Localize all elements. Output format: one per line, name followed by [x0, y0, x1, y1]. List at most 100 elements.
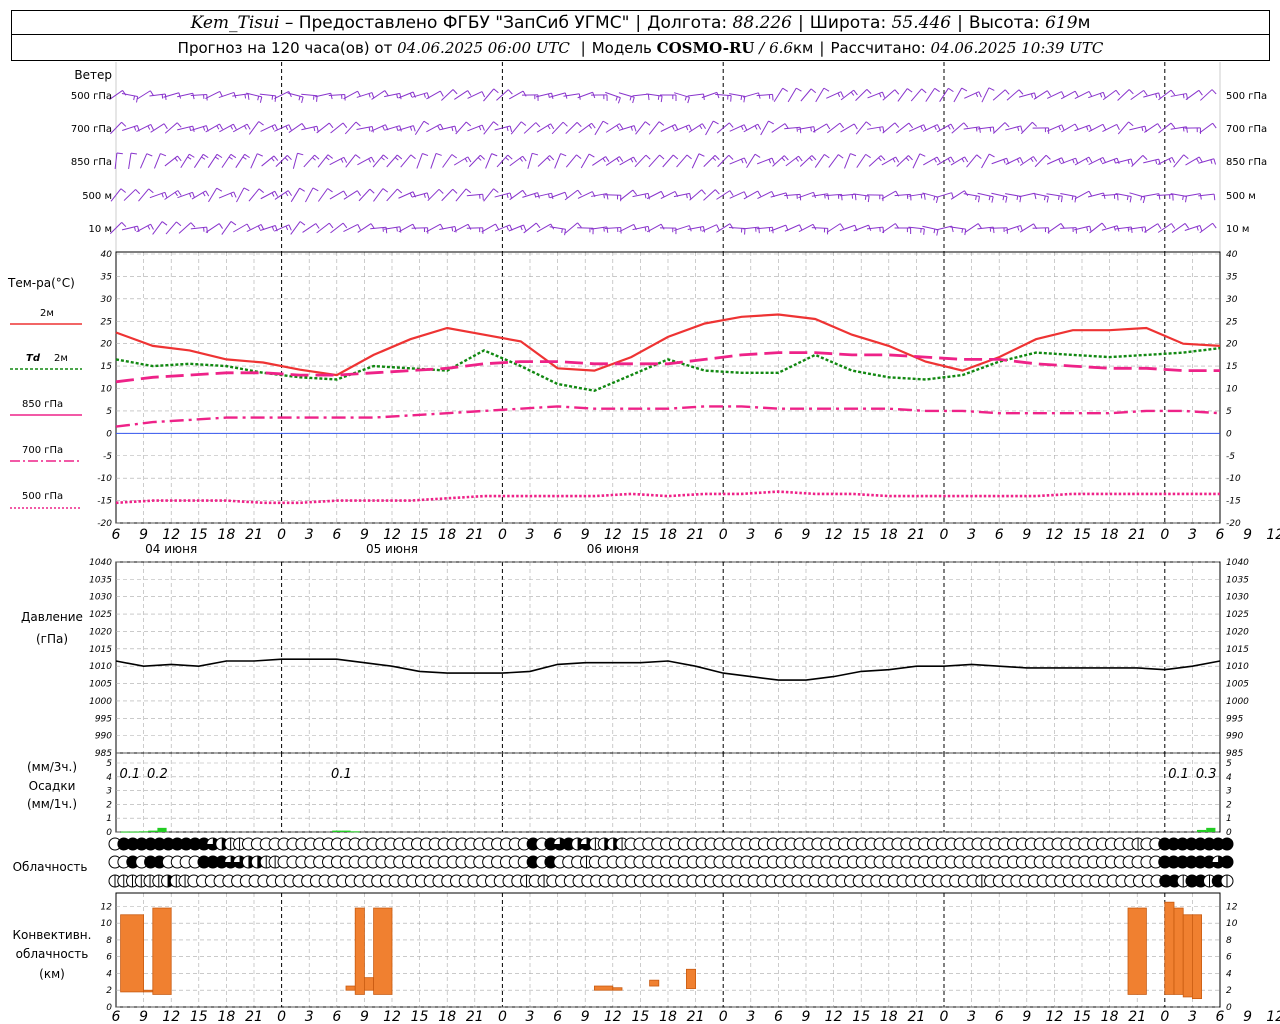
convective-bar	[649, 979, 660, 987]
wind-barb-shaft	[190, 226, 207, 230]
conv-x-tick-label: 12	[825, 1009, 843, 1024]
conv-x-tick-label: 18	[438, 1009, 456, 1024]
wind-barb-shaft	[565, 154, 577, 168]
wind-barb-feather	[850, 153, 857, 157]
wind-barb-shaft	[317, 154, 329, 168]
wind-barb-shaft	[840, 89, 855, 101]
cloud-symbol	[1220, 855, 1234, 869]
wind-barb-feather	[757, 190, 762, 197]
day-label: 04 июня	[145, 542, 197, 556]
wind-barb-shaft	[977, 226, 994, 230]
wind-barb-feather	[328, 122, 334, 129]
wind-barb-shaft	[466, 193, 483, 197]
wind-barb-feather	[699, 125, 703, 130]
conv-y-tick-right: 4	[1226, 969, 1232, 979]
wind-barb-feather	[1182, 94, 1185, 99]
wind-barb-feather	[880, 155, 886, 161]
precip-y-tick-right: 2	[1226, 800, 1232, 810]
wind-barb-feather	[964, 190, 969, 197]
meteogram: 6 9 12 15 18 21 0 3 6 9 12 15 18 21 0 3 6 9 12 15 18 21 0 3 6 9 12…	[7, 62, 1280, 1024]
wind-barb-shaft	[414, 120, 425, 136]
wind-barb-feather	[810, 127, 812, 132]
convective-bar	[594, 985, 614, 991]
wind-barb-feather	[120, 188, 126, 193]
pressure-unit: (гПа)	[36, 632, 68, 646]
conv-x-tick-label: 15	[411, 1009, 429, 1024]
wind-barb-shaft	[483, 121, 494, 135]
wind-barb-feather	[1155, 159, 1158, 165]
wind-barb-feather	[975, 195, 977, 201]
wind-barb-feather	[977, 196, 980, 203]
wind-barb-shaft	[771, 123, 786, 133]
wind-barb-feather	[1213, 194, 1216, 201]
wind-barb-feather	[674, 124, 679, 131]
wind-barb-shaft	[701, 224, 717, 232]
temp-y-tick-right: -15	[1226, 497, 1241, 507]
wind-barb-shaft	[619, 223, 634, 233]
temp-y-tick-right: -20	[1226, 519, 1241, 529]
wind-barb-feather	[439, 90, 444, 97]
wind-barb-shaft	[386, 188, 398, 202]
wind-barb-feather	[216, 187, 223, 192]
wind-barb-feather	[1099, 93, 1103, 98]
wind-barb-feather	[1019, 196, 1022, 203]
wind-barb-feather	[591, 122, 596, 129]
wind-barb-shaft	[139, 153, 148, 169]
temp-x-tick-label: 0	[498, 527, 507, 543]
wind-barb-feather	[740, 125, 744, 131]
conv-x-tick-label: 6	[995, 1009, 1004, 1024]
wind-barb-feather	[799, 127, 802, 134]
wind-barb-feather	[1126, 195, 1129, 201]
wind-barb-feather	[686, 193, 688, 199]
pressure-y-tick-right: 1010	[1226, 662, 1249, 672]
wind-barb-feather	[1060, 223, 1065, 229]
wind-barb-feather	[232, 123, 237, 130]
conv-y-tick-left: 0	[106, 1003, 112, 1013]
wind-barb-feather	[435, 152, 442, 156]
wind-barb-shaft	[250, 153, 258, 169]
wind-barb-feather	[130, 152, 138, 155]
temp-y-tick-left: 30	[101, 295, 113, 305]
wind-barb-feather	[451, 126, 454, 132]
temp-x-tick-label: 6	[995, 527, 1004, 543]
wind-barb-shaft	[1199, 122, 1213, 134]
wind-barb-feather	[546, 157, 551, 162]
wind-barb-feather	[313, 126, 316, 132]
wind-barb-feather	[1060, 196, 1063, 203]
wind-barb-feather	[506, 126, 509, 131]
temp-y-tick-right: 20	[1226, 340, 1238, 350]
wind-barb-shaft	[455, 188, 467, 202]
wind-barb-shaft	[1144, 123, 1158, 133]
wind-barb-shaft	[993, 122, 1006, 134]
wind-barb-shaft	[881, 190, 897, 200]
wind-barb-shaft	[564, 189, 579, 201]
wind-barb-shaft	[594, 120, 604, 136]
wind-barb-feather	[923, 228, 925, 235]
wind-barb-shaft	[828, 154, 839, 168]
legend-700-label: 700 гПа	[22, 445, 63, 456]
wind-level-labels: 500 гПа 500 гПа 700 гПа 700 гПа 850 гПа 850 г…	[71, 91, 1267, 235]
wind-barb-feather	[369, 188, 375, 194]
wind-barb-feather	[810, 88, 817, 94]
wind-barb-feather	[961, 228, 964, 233]
precip-bar	[1197, 829, 1207, 832]
wind-barb-shaft	[773, 87, 784, 103]
wind-barb-feather	[950, 123, 955, 130]
wind-barb-shaft	[301, 93, 318, 97]
wind-barb-shaft	[1006, 89, 1020, 101]
wind-barb-feather	[975, 127, 978, 132]
wind-barb-shaft	[578, 122, 592, 134]
cloud-symbol	[1220, 837, 1234, 851]
wind-barb-feather	[298, 96, 301, 101]
wind-barb-feather	[342, 122, 348, 128]
wind-barb-feather	[1198, 156, 1203, 163]
wind-barb-feather	[588, 153, 595, 158]
wind-barb-shaft	[991, 192, 1008, 198]
wind-barb-feather	[116, 152, 123, 155]
wind-barb-feather	[811, 155, 817, 161]
wind-barb-feather	[660, 191, 665, 197]
wind-barb-feather	[1017, 226, 1020, 231]
wind-barb-feather	[920, 125, 923, 131]
temp-x-tick-label: 18	[1101, 527, 1119, 543]
wind-barb-feather	[271, 226, 275, 231]
